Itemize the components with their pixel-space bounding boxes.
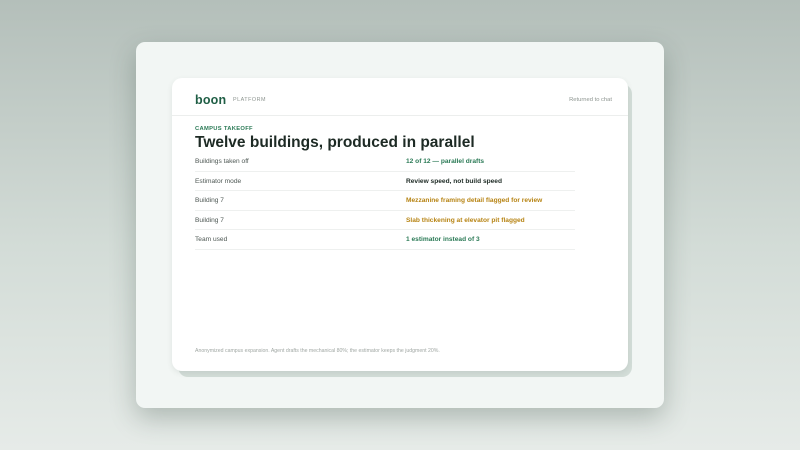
brand-logo[interactable]: boon	[195, 93, 226, 107]
row-value: 12 of 12 — parallel drafts	[406, 158, 485, 165]
row-value: Mezzanine framing detail flagged for rev…	[406, 197, 543, 204]
summary-row-building-7-mezzanine: Building 7 Mezzanine framing detail flag…	[195, 191, 575, 211]
returned-to-chat-link[interactable]: Returned to chat	[569, 97, 612, 103]
row-label: Team used	[195, 236, 228, 243]
platform-label: PLATFORM	[233, 97, 266, 103]
footnote: Anonymized campus expansion. Agent draft…	[195, 348, 440, 354]
summary-row-estimator-mode: Estimator mode Review speed, not build s…	[195, 172, 575, 191]
takeoff-summary-list: Buildings taken off 12 of 12 — parallel …	[195, 152, 575, 250]
section-eyebrow: CAMPUS TAKEOFF	[195, 126, 253, 132]
summary-row-team-used: Team used 1 estimator instead of 3	[195, 230, 575, 250]
row-label: Building 7	[195, 197, 224, 204]
row-label: Buildings taken off	[195, 158, 249, 165]
summary-card: boon PLATFORM Returned to chat CAMPUS TA…	[172, 78, 628, 371]
summary-row-buildings: Buildings taken off 12 of 12 — parallel …	[195, 152, 575, 172]
row-value: 1 estimator instead of 3	[406, 236, 480, 243]
card-header: boon PLATFORM Returned to chat	[172, 78, 628, 116]
summary-row-building-7-slab: Building 7 Slab thickening at elevator p…	[195, 211, 575, 230]
row-value: Slab thickening at elevator pit flagged	[406, 216, 525, 224]
row-label: Building 7	[195, 216, 224, 224]
row-value: Review speed, not build speed	[406, 177, 502, 185]
row-label: Estimator mode	[195, 177, 242, 185]
page-title: Twelve buildings, produced in parallel	[195, 134, 475, 151]
